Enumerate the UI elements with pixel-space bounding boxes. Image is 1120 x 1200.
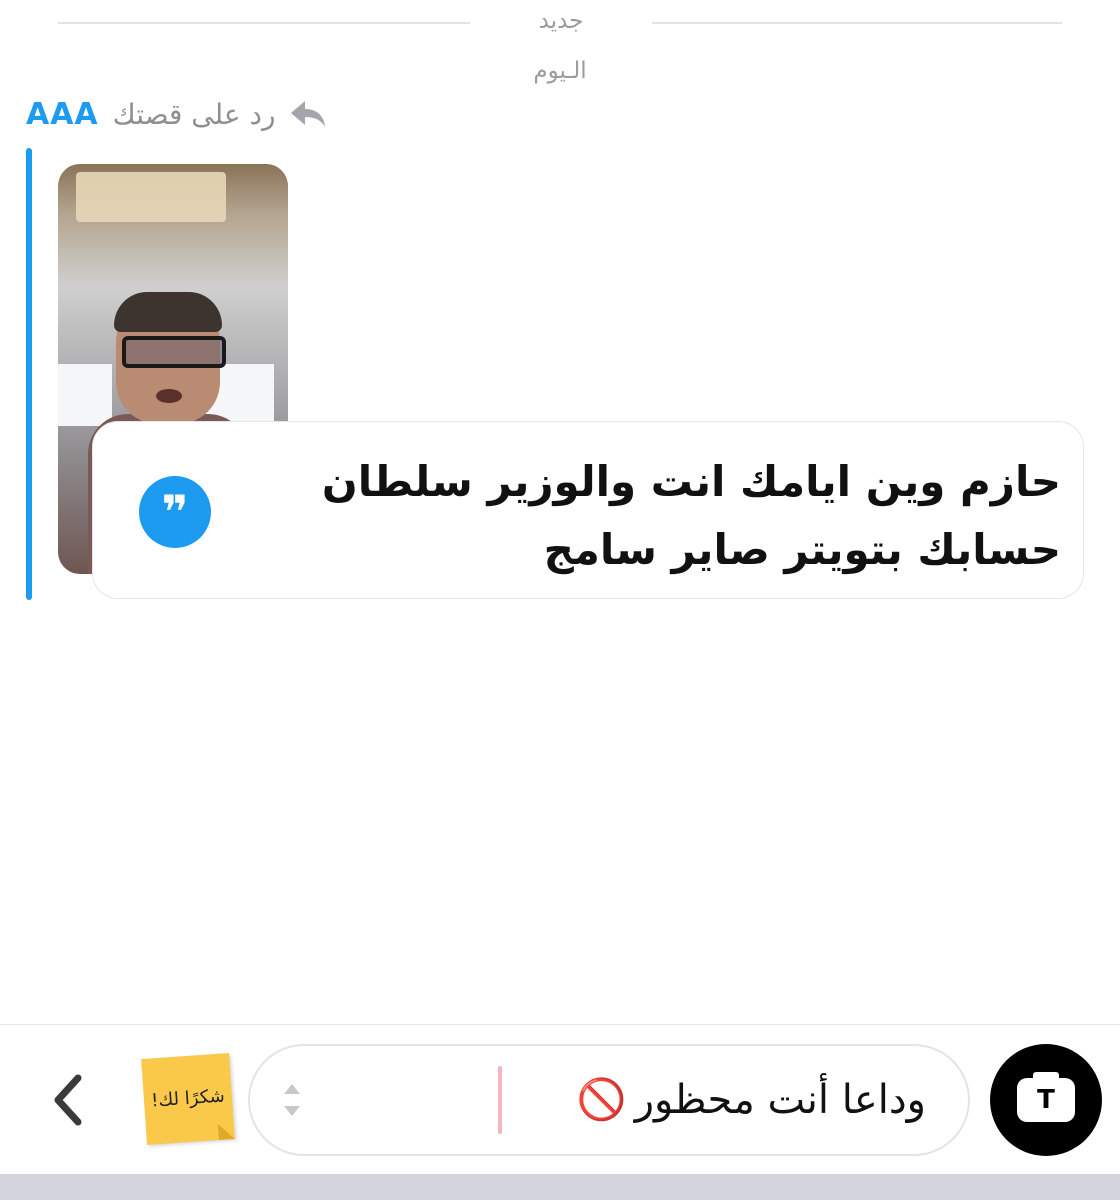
thanks-sticker-button[interactable]: شكرًا لك! [141,1053,235,1145]
story-sign [76,172,226,222]
camera-button[interactable]: T [990,1044,1102,1156]
composer-divider [0,1024,1120,1025]
sticker-fold [217,1122,235,1140]
story-light [58,364,112,426]
quote-icon: ❞ [139,476,211,548]
back-button[interactable] [40,1072,96,1128]
dm-conversation: جديد الـيوم AAA رد على قصتك حازم وين ايا… [0,0,1120,1200]
no-entry-emoji: 🚫 [576,1077,627,1123]
day-label: الـيوم [533,58,587,84]
reply-arrow-icon [289,99,327,129]
keyboard-edge [0,1174,1120,1200]
chevron-left-icon [54,1074,82,1126]
new-messages-divider: جديد [0,8,1120,38]
message-input-value: وداعا أنت محظور 🚫 [577,1074,926,1126]
new-label: جديد [538,8,584,34]
quoted-message-bubble[interactable]: حازم وين ايامك انت والوزير سلطان حسابك ب… [92,421,1084,599]
story-reply-header: AAA رد على قصتك [26,92,327,136]
sticker-text: شكرًا لك! [150,1085,226,1112]
camera-icon: T [1017,1072,1075,1122]
reply-label: رد على قصتك [112,97,276,131]
story-person-glasses [122,336,226,368]
divider-line [58,22,470,24]
reply-accent-bar [26,148,32,600]
camera-glyph: T [1037,1085,1055,1115]
input-text: وداعا أنت محظور [634,1077,926,1123]
text-cursor [498,1066,502,1134]
story-person-hair [114,292,222,332]
story-person-mouth [156,389,182,403]
reply-username[interactable]: AAA [26,97,99,132]
message-input[interactable]: وداعا أنت محظور 🚫 [248,1044,970,1156]
expand-stepper-icon[interactable] [280,1078,304,1122]
quoted-message-text: حازم وين ايامك انت والوزير سلطان حسابك ب… [321,457,1061,574]
divider-line [652,22,1062,24]
